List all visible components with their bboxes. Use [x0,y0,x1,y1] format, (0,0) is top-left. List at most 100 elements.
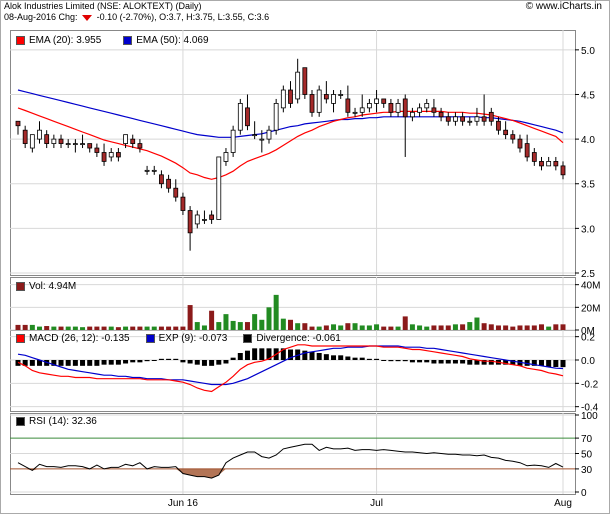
volume-bar [388,326,394,330]
volume-bar [445,325,451,330]
candle-body [395,103,401,113]
divergence-bar [65,360,71,366]
candle-body [546,161,552,167]
divergence-bar [395,360,401,362]
divergence-bar [316,353,322,360]
candle-body [159,174,164,185]
volume-bar [345,323,351,330]
watermark: © www.iCharts.in [525,1,602,12]
candle-body [431,107,437,113]
candle-body [259,138,265,141]
divergence-bar [467,360,473,365]
price-y-tick-label: 4.5 [581,90,595,101]
volume-bar [166,326,172,330]
x-tick-label: Aug [554,498,572,509]
candle-body [65,143,71,145]
volume-bar [331,324,337,330]
divergence-bar [237,353,243,360]
volume-bar [180,326,186,330]
divergence-bar [302,350,308,360]
exp-swatch [145,334,155,343]
candle-body [216,156,222,220]
volume-bar [58,326,64,330]
price-y-tick-label: 2.5 [581,269,595,280]
candle-body [245,107,250,127]
volume-bar [244,322,250,330]
divergence-bar [252,348,258,360]
volume-bar [194,322,200,330]
divergence-bar [194,360,200,365]
candle-body [531,152,537,162]
price-y-tick-label: 3.5 [581,180,595,191]
candle-body [331,94,336,104]
candle-body [366,103,372,109]
divergence-bar [560,360,566,368]
candle-body [123,134,128,144]
volume-bar [259,319,265,330]
macd-legend: MACD (26, 12): -0.135 EXP (9): -0.073 Di… [16,333,341,344]
candle-body [37,129,42,140]
volume-bar [51,326,57,330]
divergence-bar [460,360,466,364]
volume-bar [158,326,164,330]
volume-bar [151,326,157,330]
candle-body [359,107,365,113]
price-y-tick-label: 5.0 [581,46,595,57]
x-tick-label: Jul [370,498,383,509]
volume-bar [524,325,530,330]
divergence-bar [151,360,157,361]
divergence-swatch [243,334,253,343]
quote-values: -0.10 (-2.70%), O:3.7, H:3.75, L:3.55, C… [96,12,270,22]
candle-body [166,178,171,189]
candle-body [94,147,100,153]
divergence-bar [388,360,394,362]
divergence-bar [374,358,380,360]
price-y-tick-label: 3.0 [581,224,595,235]
candle-body [266,129,272,140]
volume-bar [173,326,179,330]
divergence-bar [201,360,207,366]
volume-bar [280,318,286,330]
divergence-bar [381,360,387,361]
rsi-y-tick-label: 50 [581,450,593,461]
candle-body [517,138,523,149]
volume-legend-text: Vol: 4.94M [29,281,77,292]
candle-body [381,98,387,104]
candle-body [151,169,157,172]
divergence-bar [137,360,143,363]
divergence-bar [338,355,344,360]
volume-bar [144,326,150,330]
candle-body [22,129,28,144]
candle-body [417,107,422,113]
candle-body [374,98,379,104]
candle-body [115,152,121,158]
volume-bar [481,323,487,330]
volume-bar [72,326,78,330]
candle-body [144,169,150,172]
candle-body [510,134,516,140]
volume-bar [101,326,107,330]
candle-body [194,214,200,225]
divergence-bar [108,360,114,365]
macd-y-tick-label: -0.2 [581,379,599,390]
candle-body [345,98,351,113]
candle-body [51,138,57,144]
x-tick-label: Jun 16 [168,498,198,509]
candle-body [467,120,473,123]
rsi-swatch [16,417,25,426]
divergence-bar [209,360,215,366]
volume-legend: Vol: 4.94M [16,281,76,292]
divergence-bar [115,360,121,365]
volume-bar [273,294,279,330]
volume-bar [374,324,380,330]
volume-bar [266,307,272,330]
rsi-legend-text: RSI (14): 32.36 [29,416,97,427]
candle-body [230,129,236,153]
divergence-bar [87,360,93,366]
divergence-bar [130,360,136,363]
volume-bar [302,323,308,330]
divergence-bar [259,348,265,360]
down-arrow-icon [82,14,93,21]
volume-bar [137,326,143,330]
candle-body [108,152,114,158]
